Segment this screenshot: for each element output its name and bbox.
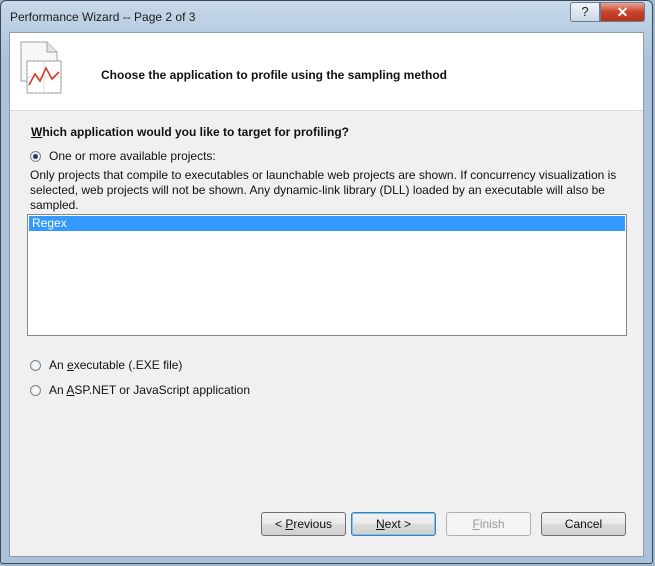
performance-chart-icon: [20, 41, 62, 94]
cancel-button[interactable]: Cancel: [541, 512, 626, 536]
target-question: Which application would you like to targ…: [31, 125, 349, 139]
radio-executable[interactable]: An executable (.EXE file): [30, 357, 182, 373]
wizard-window: Performance Wizard -- Page 2 of 3 ? ✕ Ch…: [0, 0, 653, 564]
page-title: Choose the application to profile using …: [101, 68, 448, 82]
previous-button[interactable]: < Previous: [261, 512, 346, 536]
wizard-header: Choose the application to profile using …: [10, 33, 643, 111]
list-item-regex[interactable]: Regex: [29, 216, 625, 231]
projects-listbox[interactable]: Regex: [27, 214, 627, 336]
title-bar[interactable]: Performance Wizard -- Page 2 of 3 ? ✕: [1, 1, 652, 33]
radio-available-projects[interactable]: One or more available projects:: [30, 148, 216, 164]
wizard-body: Choose the application to profile using …: [9, 32, 644, 557]
radio-button[interactable]: [30, 384, 41, 396]
radio-label: One or more available projects:: [49, 149, 216, 163]
radio-label: An executable (.EXE file): [49, 358, 183, 372]
next-button[interactable]: Next >: [351, 512, 436, 536]
radio-label: An ASP.NET or JavaScript application: [49, 383, 251, 397]
help-button[interactable]: ?: [570, 2, 600, 22]
radio-aspnet-javascript[interactable]: An ASP.NET or JavaScript application: [30, 382, 250, 398]
close-button[interactable]: ✕: [600, 2, 645, 22]
radio-button[interactable]: [30, 150, 41, 162]
radio-button[interactable]: [30, 359, 41, 371]
window-title: Performance Wizard -- Page 2 of 3: [10, 10, 196, 24]
finish-button[interactable]: Finish: [446, 512, 531, 536]
projects-description: Only projects that compile to executable…: [30, 168, 617, 212]
